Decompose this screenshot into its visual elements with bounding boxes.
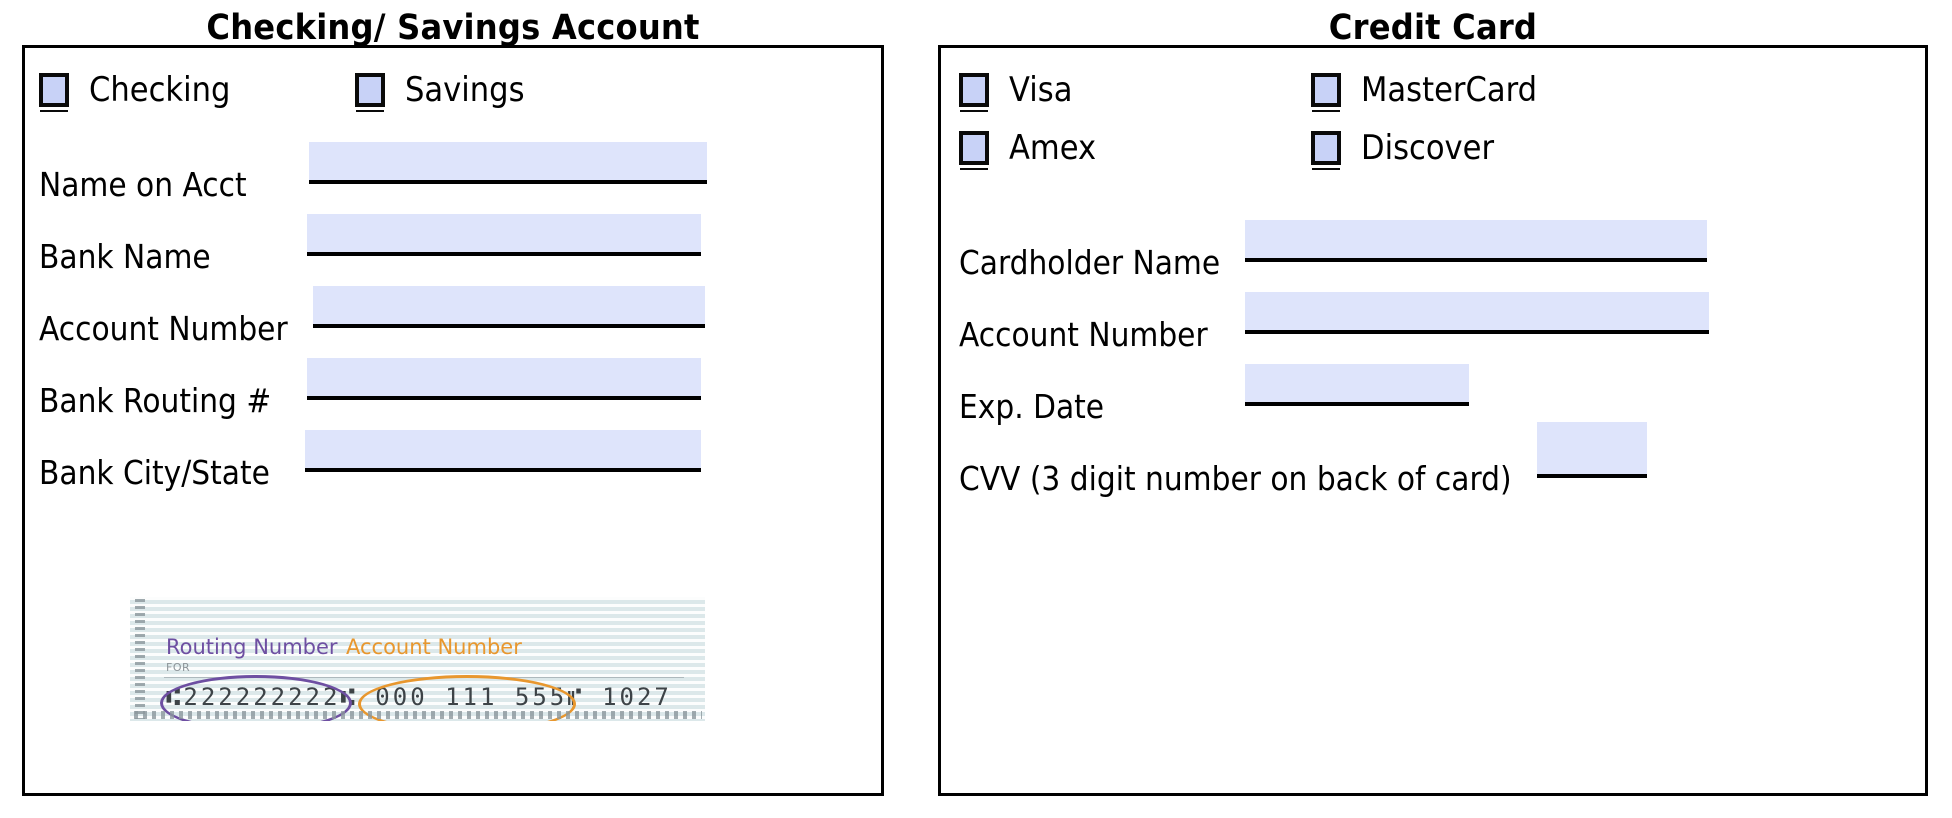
field-row-account-number: Account Number xyxy=(39,286,859,348)
field-row-bank-city-state: Bank City/State xyxy=(39,430,859,492)
checkbox-mastercard-icon[interactable] xyxy=(1311,73,1341,107)
label-bank-routing: Bank Routing # xyxy=(39,381,272,420)
checkbox-savings-label: Savings xyxy=(405,70,525,110)
label-cvv: CVV (3 digit number on back of card) xyxy=(959,459,1512,498)
check-perforation-bottom xyxy=(134,711,702,719)
input-cardholder-name[interactable] xyxy=(1245,220,1707,262)
field-row-name-on-acct: Name on Acct xyxy=(39,142,859,204)
label-bank-city-state: Bank City/State xyxy=(39,453,270,492)
checkbox-amex-label: Amex xyxy=(1009,128,1097,168)
input-cvv[interactable] xyxy=(1537,422,1647,478)
field-row-cvv: CVV (3 digit number on back of card) xyxy=(959,422,1899,498)
field-row-bank-routing: Bank Routing # xyxy=(39,358,859,420)
input-bank-routing[interactable] xyxy=(307,358,701,400)
checkbox-row-amex[interactable]: Amex xyxy=(959,128,1106,168)
field-row-exp-date: Exp. Date xyxy=(959,364,1899,426)
check-sample-image: Routing Number Account Number FOR ⑆22222… xyxy=(107,576,729,742)
checkbox-row-savings[interactable]: Savings xyxy=(355,70,538,110)
field-row-bank-name: Bank Name xyxy=(39,214,859,276)
checkbox-savings-icon[interactable] xyxy=(355,73,385,107)
checkbox-mastercard-label: MasterCard xyxy=(1361,70,1538,110)
checkbox-discover-icon[interactable] xyxy=(1311,131,1341,165)
checkbox-checking-icon[interactable] xyxy=(39,73,69,107)
credit-card-panel: Visa MasterCard Amex Discover Cardholder… xyxy=(938,45,1928,796)
checkbox-amex-icon[interactable] xyxy=(959,131,989,165)
checkbox-visa-label: Visa xyxy=(1009,70,1073,110)
input-name-on-acct[interactable] xyxy=(309,142,707,184)
input-cc-account-number[interactable] xyxy=(1245,292,1709,334)
label-exp-date: Exp. Date xyxy=(959,387,1105,426)
input-exp-date[interactable] xyxy=(1245,364,1469,406)
page-title-checking-savings: Checking/ Savings Account xyxy=(206,8,700,48)
check-paper: Routing Number Account Number FOR ⑆22222… xyxy=(130,597,705,721)
label-name-on-acct: Name on Acct xyxy=(39,165,247,204)
check-routing-caption: Routing Number xyxy=(166,635,338,659)
checkbox-row-mastercard[interactable]: MasterCard xyxy=(1311,70,1557,110)
check-account-caption: Account Number xyxy=(346,635,522,659)
input-bank-name[interactable] xyxy=(307,214,701,256)
field-row-cc-account-number: Account Number xyxy=(959,292,1899,354)
input-bank-city-state[interactable] xyxy=(305,430,701,472)
checkbox-checking-label: Checking xyxy=(89,70,231,110)
label-cc-account-number: Account Number xyxy=(959,315,1208,354)
checkbox-visa-icon[interactable] xyxy=(959,73,989,107)
label-account-number: Account Number xyxy=(39,309,288,348)
check-perforation-left xyxy=(135,599,145,719)
label-cardholder-name: Cardholder Name xyxy=(959,243,1221,282)
checkbox-row-checking[interactable]: Checking xyxy=(39,70,246,110)
form-page: Checking/ Savings Account Checking Savin… xyxy=(0,0,1952,818)
label-bank-name: Bank Name xyxy=(39,237,211,276)
checkbox-discover-label: Discover xyxy=(1361,128,1495,168)
page-title-credit-card: Credit Card xyxy=(1328,8,1538,48)
checkbox-row-visa[interactable]: Visa xyxy=(959,70,1080,110)
check-for-label: FOR xyxy=(166,661,191,674)
field-row-cardholder-name: Cardholder Name xyxy=(959,220,1899,282)
input-account-number[interactable] xyxy=(313,286,705,328)
checkbox-row-discover[interactable]: Discover xyxy=(1311,128,1509,168)
